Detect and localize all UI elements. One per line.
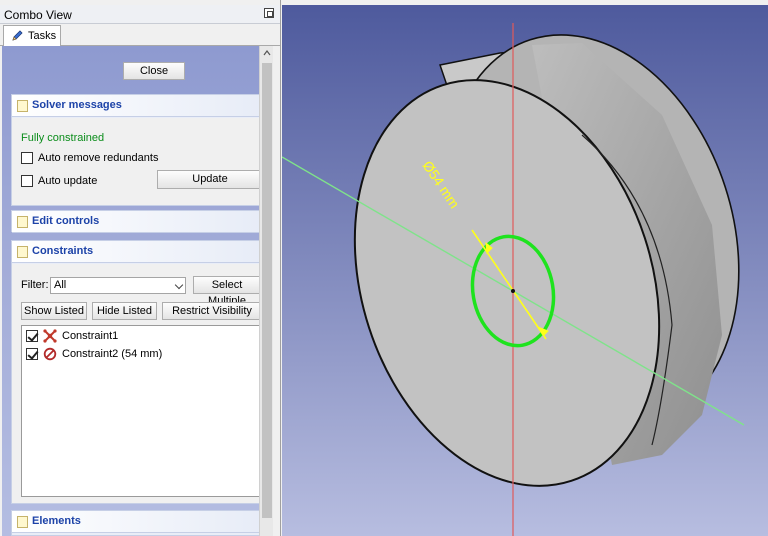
solver-messages-box: Solver messages Fully constrained Auto r… [11,94,263,206]
solver-status: Fully constrained [21,132,105,144]
filter-value: All [54,279,67,291]
task-panel: Close Solver messages Fully constrained … [2,46,263,536]
constraints-header[interactable]: Constraints [12,241,260,263]
list-item[interactable]: Constraint1 [26,328,226,344]
tab-tasks-label: Tasks [28,30,57,42]
combo-view-title: Combo View [4,8,72,22]
pencil-icon [12,30,23,41]
constraints-title: Constraints [32,245,94,257]
tab-tasks[interactable]: Tasks [3,25,61,47]
combo-view-titlebar: Combo View [0,5,280,24]
show-listed-button[interactable]: Show Listed [21,302,87,320]
constraint2-label: Constraint2 (54 mm) [62,348,163,360]
list-item[interactable]: Constraint2 (54 mm) [26,346,226,362]
constraints-box: Constraints Filter: All Select Multiple … [11,240,262,504]
filter-label: Filter: [21,279,49,291]
close-button[interactable]: Close [123,62,185,80]
section-icon [17,516,28,528]
constraints-body: Filter: All Select Multiple Show Listed … [12,264,262,503]
elements-title: Elements [32,515,81,527]
scroll-up-arrow-icon[interactable] [262,48,272,58]
solver-messages-title: Solver messages [32,99,122,111]
edit-controls-header[interactable]: Edit controls [12,211,260,233]
chevron-down-icon [174,280,184,290]
select-multiple-button[interactable]: Select Multiple [193,276,261,307]
auto-remove-redundants-checkbox[interactable] [21,152,33,164]
update-button[interactable]: Update [157,170,263,189]
constraint1-label: Constraint1 [62,330,119,342]
diameter-constraint-icon [43,347,57,361]
section-icon [17,246,28,258]
solver-messages-header[interactable]: Solver messages [12,95,260,117]
edit-controls-title: Edit controls [32,215,100,227]
3d-viewport[interactable]: Ø54 mm [282,5,768,536]
tab-bar: Tasks [0,25,280,47]
auto-remove-redundants-label: Auto remove redundants [38,152,159,164]
constraints-list[interactable]: Constraint1 Constraint2 (54 mm) [21,325,261,497]
filter-dropdown[interactable]: All [50,277,186,294]
elements-box: Elements [11,510,261,536]
coincident-constraint-icon [43,329,57,343]
section-icon [17,216,28,228]
restrict-visibility-button[interactable]: Restrict Visibility [162,302,262,320]
auto-update-checkbox[interactable] [21,175,33,187]
auto-update-label: Auto update [38,175,98,187]
float-window-icon[interactable] [264,8,274,18]
task-panel-scrollbar[interactable] [259,46,273,536]
combo-view-panel: Combo View Tasks Close Solver messages F… [0,0,281,536]
solver-messages-body: Fully constrained Auto remove redundants… [12,118,263,205]
constraint1-checkbox[interactable] [26,330,38,342]
elements-header[interactable]: Elements [12,511,260,533]
scrollbar-thumb[interactable] [262,63,272,518]
hide-listed-button[interactable]: Hide Listed [92,302,157,320]
constraint2-checkbox[interactable] [26,348,38,360]
edit-controls-box: Edit controls [11,210,261,233]
section-icon [17,100,28,112]
